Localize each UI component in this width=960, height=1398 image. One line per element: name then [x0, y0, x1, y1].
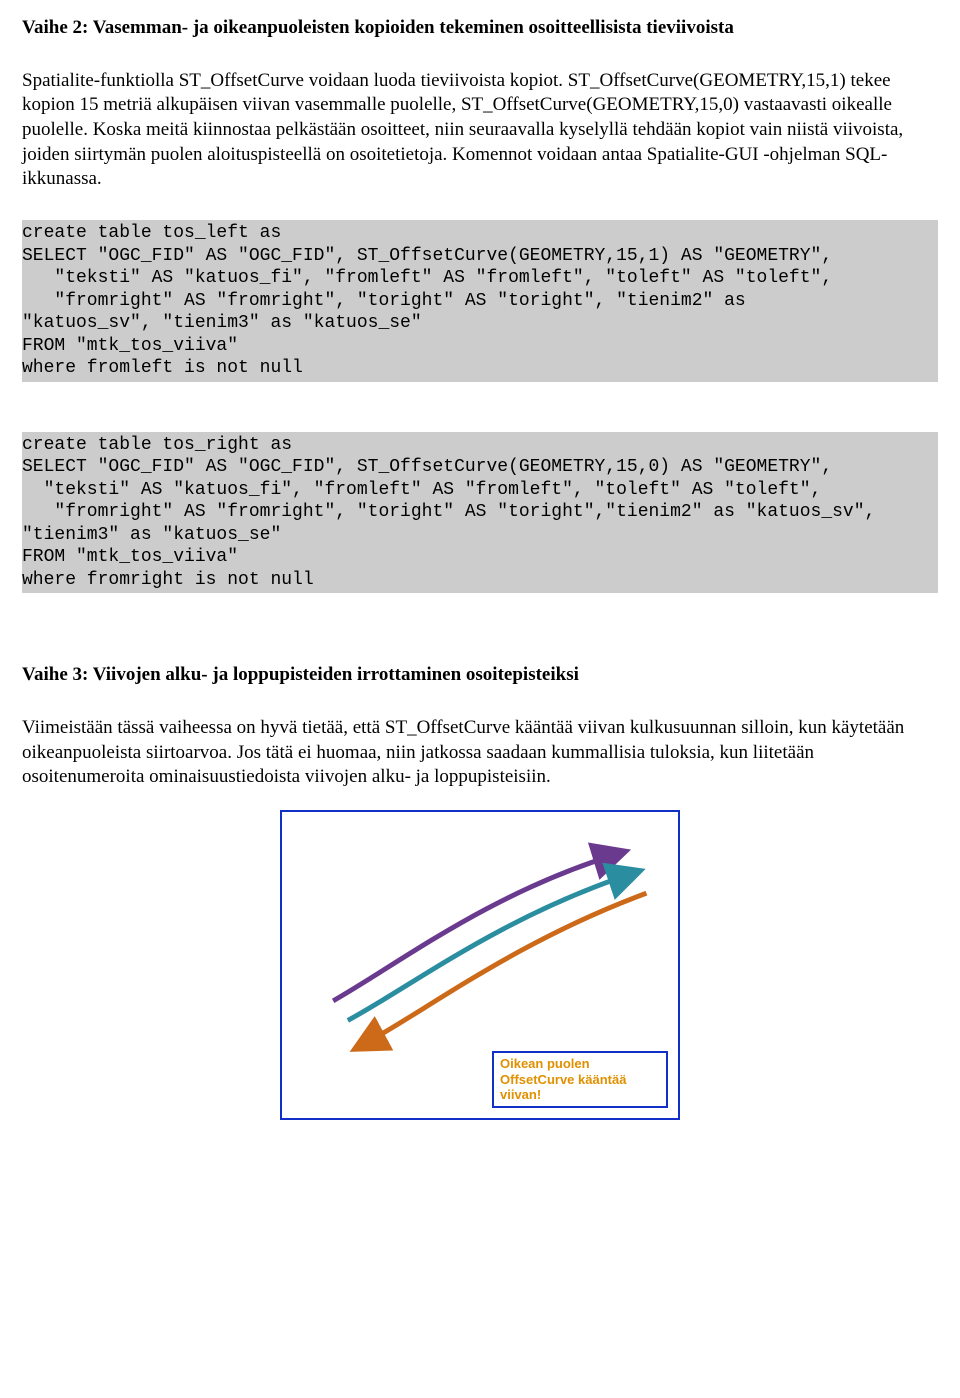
code-block-left: create table tos_left as SELECT "OGC_FID… [22, 220, 938, 382]
paragraph-2: Viimeistään tässä vaiheessa on hyvä tiet… [22, 716, 938, 790]
diagram-label: Oikean puolen OffsetCurve kääntää viivan… [492, 1051, 668, 1108]
curve-lower [363, 893, 647, 1045]
offset-curve-diagram [294, 832, 666, 1062]
code-block-right: create table tos_right as SELECT "OGC_FI… [22, 432, 938, 594]
curve-middle [348, 873, 632, 1020]
paragraph-1: Spatialite-funktiolla ST_OffsetCurve voi… [22, 69, 938, 192]
diagram-container: Oikean puolen OffsetCurve kääntää viivan… [22, 810, 938, 1120]
diagram-frame: Oikean puolen OffsetCurve kääntää viivan… [280, 810, 680, 1120]
heading-phase-2: Vaihe 2: Vasemman- ja oikeanpuoleisten k… [22, 16, 938, 41]
heading-phase-3: Vaihe 3: Viivojen alku- ja loppupisteide… [22, 663, 938, 688]
